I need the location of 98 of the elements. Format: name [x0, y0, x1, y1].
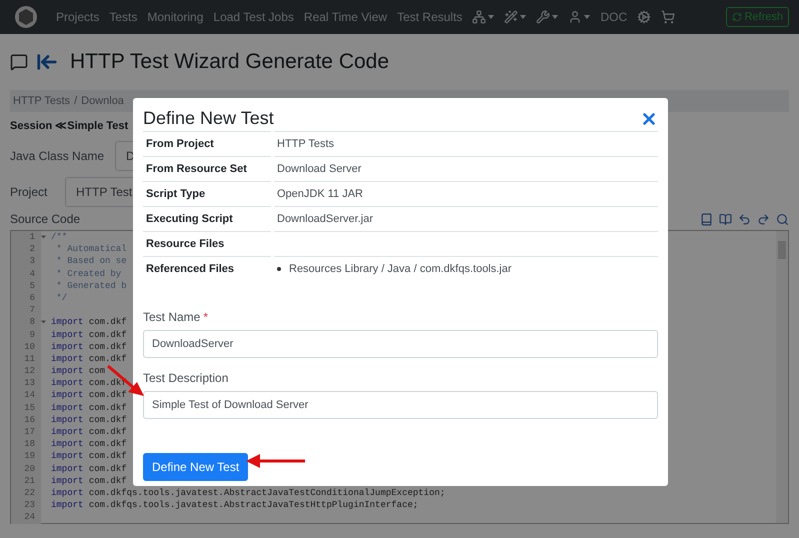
field-label: Test Description [143, 370, 230, 387]
line-number: 9 [11, 328, 41, 341]
line-number: 18 [11, 438, 41, 450]
bullet-icon [277, 267, 281, 271]
line-number: 17 [11, 426, 41, 438]
line-number: 5 [11, 280, 41, 292]
code-line: import com.dkfqs.tools.javatest.AbstractJavaTestConditionalJumpException; [50, 486, 446, 500]
line-number: 10 [11, 340, 41, 353]
line-number: 22 [11, 486, 41, 500]
tools-icon[interactable] [536, 10, 558, 24]
line-number: 20 [11, 462, 41, 475]
code-line: /** [50, 231, 68, 244]
line-number: 23 [11, 499, 41, 512]
back-icon[interactable] [36, 51, 58, 73]
code-line: import com.dkf [50, 462, 127, 475]
code-line: * Created by [55, 268, 122, 280]
annotation-arrow [246, 454, 305, 468]
table-cell: Resource Files [143, 231, 271, 256]
session-heading: Session ≪Simple Test [10, 118, 128, 132]
line-number: 16 [11, 414, 41, 426]
wand-icon[interactable] [504, 10, 526, 24]
refresh-button[interactable]: Refresh [726, 7, 789, 27]
code-line: * Generated b [55, 280, 127, 292]
user-icon[interactable] [568, 10, 590, 24]
code-line: import com.dkf [50, 414, 127, 426]
field-label: Java Class Name [10, 149, 105, 163]
cart-icon[interactable] [661, 10, 676, 24]
line-number: 21 [11, 474, 41, 487]
line-number: 15 [11, 402, 41, 414]
code-line: * Automatical [55, 243, 127, 256]
table-cell: Executing Script [143, 206, 271, 231]
code-line: import com.dkf [50, 426, 127, 438]
network-icon[interactable] [472, 10, 494, 24]
code-line: import com.dkfqs.tools.javatest.AbstractJavaTestHttpPluginInterface; [50, 499, 418, 512]
code-line: * Based on se [55, 255, 127, 268]
undo-icon[interactable] [738, 212, 751, 226]
comment-icon[interactable] [10, 53, 28, 71]
code-line: import com.dkf [50, 352, 127, 366]
nav-link[interactable]: Monitoring [147, 10, 204, 24]
settings-icon[interactable] [637, 10, 652, 24]
book-icon[interactable] [700, 212, 713, 226]
table-cell: From Project [143, 131, 271, 156]
scrollbar[interactable] [776, 231, 788, 523]
line-number: 12 [11, 365, 41, 378]
input-field[interactable]: DownloadServer [143, 330, 658, 358]
line-number: 13 [11, 377, 41, 390]
field-label: Source Code [10, 212, 80, 226]
line-number: 6 [11, 292, 41, 304]
fold-icon[interactable] [41, 320, 46, 324]
breadcrumb-link[interactable]: HTTP Tests [13, 95, 70, 107]
input-field[interactable]: Simple Test of Download Server [143, 391, 658, 419]
breadcrumb-separator: / [74, 95, 78, 107]
define-test-button[interactable]: Define New Test [143, 453, 248, 481]
table-cell: HTTP Tests [274, 131, 658, 156]
table-cell: Download Server [274, 156, 658, 181]
nav-link[interactable]: DOC [600, 10, 628, 24]
search-icon[interactable] [776, 212, 789, 226]
code-line: import com.dkf [50, 474, 127, 487]
table-cell: DownloadServer.jar [274, 206, 658, 231]
line-number: 3 [11, 255, 41, 268]
code-line: import com.dkf [50, 389, 127, 402]
table-cell: Referenced Files [143, 256, 271, 281]
logo-icon[interactable] [14, 5, 38, 29]
table-cell: Script Type [143, 181, 271, 206]
nav-link[interactable]: Real Time View [304, 10, 388, 24]
fold-icon[interactable] [41, 235, 46, 240]
line-number: 14 [11, 389, 41, 402]
dialog-title: Define New Test [143, 108, 274, 129]
nav-link[interactable]: Test Results [397, 10, 462, 24]
nav-link[interactable]: Load Test Jobs [213, 10, 294, 24]
code-line: import com.dkf [50, 438, 127, 450]
line-number: 8 [11, 316, 41, 328]
code-line: import com [50, 365, 106, 378]
code-line: import com.dkf [50, 450, 127, 463]
code-line: import com.dkf [50, 402, 127, 414]
nav-link[interactable]: Tests [109, 10, 138, 24]
redo-icon[interactable] [757, 212, 770, 226]
line-number: 2 [11, 243, 41, 256]
page-title: HTTP Test Wizard Generate Code [70, 50, 390, 74]
nav-link[interactable]: Projects [56, 10, 100, 24]
line-number: 11 [11, 352, 41, 366]
code-line: import com.dkf [50, 328, 127, 341]
file-link[interactable]: Resources Library / Java / com.dkfqs.tools.jar [289, 262, 512, 276]
field-label: Project [10, 185, 48, 199]
refresh-icon [732, 12, 742, 22]
open-book-icon[interactable] [719, 212, 732, 226]
line-number: 19 [11, 450, 41, 463]
line-number: 1 [11, 231, 41, 244]
line-number: 4 [11, 268, 41, 280]
table-cell: From Resource Set [143, 156, 271, 181]
field-label: Test Name * [143, 309, 210, 326]
code-line: */ [55, 292, 68, 304]
code-line: import com.dkf [50, 340, 127, 353]
table-cell: OpenJDK 11 JAR [274, 181, 658, 206]
code-line: import com.dkf [50, 316, 127, 328]
breadcrumb-link[interactable]: Downloa [81, 95, 124, 107]
line-number: 7 [11, 304, 41, 316]
line-number: 24 [11, 511, 41, 524]
